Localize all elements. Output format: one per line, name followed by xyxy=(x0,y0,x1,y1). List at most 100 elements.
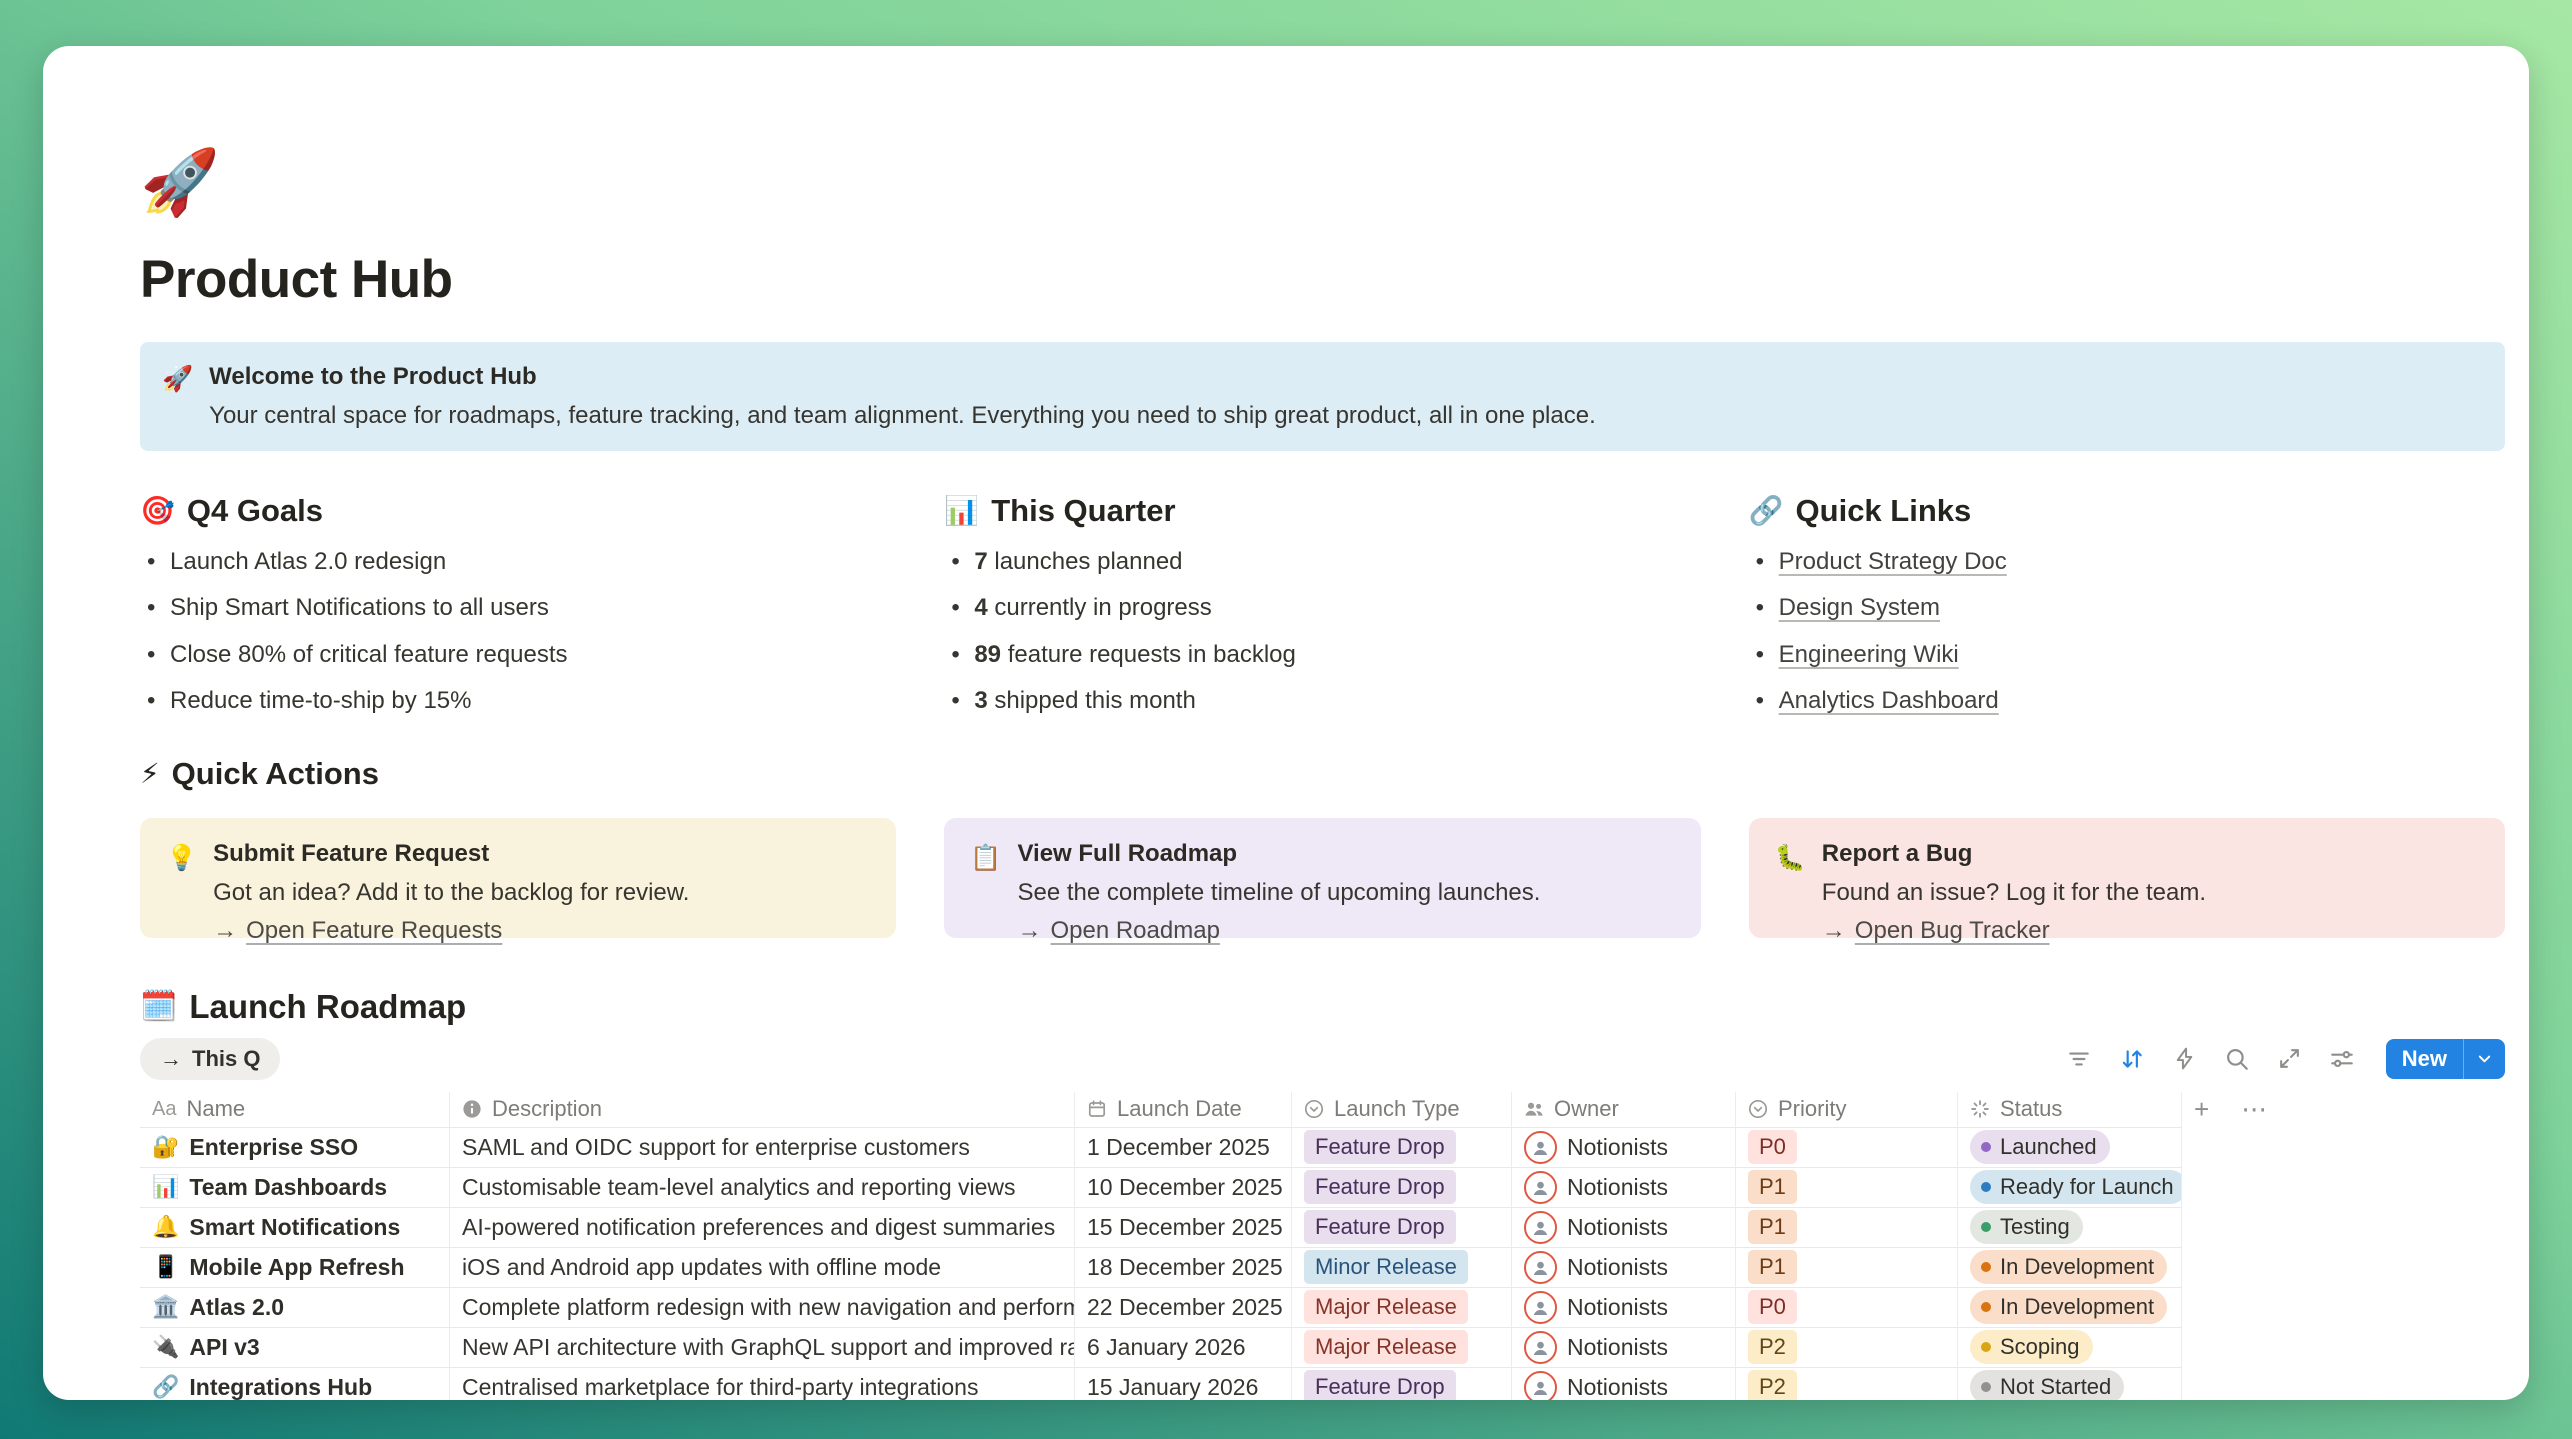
priority-badge[interactable]: P1 xyxy=(1748,1250,1797,1284)
page-emoji-icon[interactable]: 🚀 xyxy=(140,150,220,214)
row-name-cell[interactable]: 🔐Enterprise SSO xyxy=(140,1128,450,1168)
column-header-status[interactable]: Status xyxy=(1958,1092,2182,1128)
column-header-name[interactable]: Aa Name xyxy=(140,1092,450,1128)
open-feature-requests-link[interactable]: Open Feature Requests xyxy=(246,917,502,945)
row-status-cell[interactable]: Scoping xyxy=(1958,1328,2182,1368)
row-status-cell[interactable]: Not Started xyxy=(1958,1368,2182,1400)
row-launch-type-cell[interactable]: Feature Drop xyxy=(1292,1168,1512,1208)
row-title[interactable]: Team Dashboards xyxy=(189,1174,387,1201)
table-row[interactable]: 📱Mobile App RefreshiOS and Android app u… xyxy=(140,1248,2505,1288)
row-priority-cell[interactable]: P1 xyxy=(1736,1208,1958,1248)
open-roadmap-link[interactable]: Open Roadmap xyxy=(1050,917,1219,945)
row-priority-cell[interactable]: P2 xyxy=(1736,1328,1958,1368)
row-launch-type-cell[interactable]: Feature Drop xyxy=(1292,1368,1512,1400)
table-row[interactable]: 🔔Smart NotificationsAI-powered notificat… xyxy=(140,1208,2505,1248)
settings-sliders-icon[interactable] xyxy=(2329,1046,2355,1072)
row-name-cell[interactable]: 📊Team Dashboards xyxy=(140,1168,450,1208)
sort-icon[interactable] xyxy=(2119,1046,2145,1072)
row-priority-cell[interactable]: P2 xyxy=(1736,1368,1958,1400)
column-header-owner[interactable]: Owner xyxy=(1512,1092,1736,1128)
search-icon[interactable] xyxy=(2224,1046,2250,1072)
status-badge[interactable]: Scoping xyxy=(1970,1330,2093,1364)
launch-type-badge[interactable]: Major Release xyxy=(1304,1330,1468,1364)
row-description-cell[interactable]: Centralised marketplace for third-party … xyxy=(450,1368,1075,1400)
row-title[interactable]: Mobile App Refresh xyxy=(189,1254,404,1281)
row-name-cell[interactable]: 🔗Integrations Hub xyxy=(140,1368,450,1400)
row-owner-cell[interactable]: Notionists xyxy=(1512,1288,1736,1328)
row-status-cell[interactable]: Ready for Launch xyxy=(1958,1168,2182,1208)
chevron-down-icon[interactable] xyxy=(2464,1039,2505,1079)
launch-type-badge[interactable]: Feature Drop xyxy=(1304,1210,1456,1244)
row-priority-cell[interactable]: P0 xyxy=(1736,1128,1958,1168)
column-header-launch-type[interactable]: Launch Type xyxy=(1292,1092,1512,1128)
row-launch-date-cell[interactable]: 15 January 2026 xyxy=(1075,1368,1292,1400)
status-badge[interactable]: In Development xyxy=(1970,1250,2167,1284)
row-launch-date-cell[interactable]: 18 December 2025 xyxy=(1075,1248,1292,1288)
row-status-cell[interactable]: Launched xyxy=(1958,1128,2182,1168)
row-launch-date-cell[interactable]: 6 January 2026 xyxy=(1075,1328,1292,1368)
row-launch-date-cell[interactable]: 22 December 2025 xyxy=(1075,1288,1292,1328)
add-column-button[interactable]: + xyxy=(2194,1094,2209,1125)
table-options-button[interactable]: ⋯ xyxy=(2241,1094,2269,1125)
row-description-cell[interactable]: Complete platform redesign with new navi… xyxy=(450,1288,1075,1328)
status-badge[interactable]: Not Started xyxy=(1970,1370,2124,1400)
launch-type-badge[interactable]: Feature Drop xyxy=(1304,1370,1456,1400)
open-bug-tracker-link[interactable]: Open Bug Tracker xyxy=(1855,917,2050,945)
filter-icon[interactable] xyxy=(2066,1046,2092,1072)
quick-link[interactable]: Design System xyxy=(1779,594,1940,621)
table-row[interactable]: 📊Team DashboardsCustomisable team-level … xyxy=(140,1168,2505,1208)
row-priority-cell[interactable]: P0 xyxy=(1736,1288,1958,1328)
priority-badge[interactable]: P1 xyxy=(1748,1210,1797,1244)
row-title[interactable]: Smart Notifications xyxy=(189,1214,400,1241)
quick-link[interactable]: Engineering Wiki xyxy=(1779,641,1959,668)
row-title[interactable]: Atlas 2.0 xyxy=(189,1294,284,1321)
row-description-cell[interactable]: Customisable team-level analytics and re… xyxy=(450,1168,1075,1208)
row-launch-date-cell[interactable]: 10 December 2025 xyxy=(1075,1168,1292,1208)
row-owner-cell[interactable]: Notionists xyxy=(1512,1208,1736,1248)
row-launch-date-cell[interactable]: 15 December 2025 xyxy=(1075,1208,1292,1248)
row-owner-cell[interactable]: Notionists xyxy=(1512,1328,1736,1368)
table-row[interactable]: 🔐Enterprise SSOSAML and OIDC support for… xyxy=(140,1128,2505,1168)
row-name-cell[interactable]: 🏛️Atlas 2.0 xyxy=(140,1288,450,1328)
table-row[interactable]: 🔌API v3New API architecture with GraphQL… xyxy=(140,1328,2505,1368)
launch-type-badge[interactable]: Minor Release xyxy=(1304,1250,1468,1284)
row-launch-type-cell[interactable]: Minor Release xyxy=(1292,1248,1512,1288)
status-badge[interactable]: Launched xyxy=(1970,1130,2110,1164)
table-row[interactable]: 🏛️Atlas 2.0Complete platform redesign wi… xyxy=(140,1288,2505,1328)
launch-type-badge[interactable]: Major Release xyxy=(1304,1290,1468,1324)
row-status-cell[interactable]: In Development xyxy=(1958,1248,2182,1288)
row-description-cell[interactable]: AI-powered notification preferences and … xyxy=(450,1208,1075,1248)
row-name-cell[interactable]: 📱Mobile App Refresh xyxy=(140,1248,450,1288)
priority-badge[interactable]: P1 xyxy=(1748,1170,1797,1204)
new-button-label[interactable]: New xyxy=(2386,1039,2463,1079)
priority-badge[interactable]: P2 xyxy=(1748,1370,1797,1400)
status-badge[interactable]: In Development xyxy=(1970,1290,2167,1324)
row-owner-cell[interactable]: Notionists xyxy=(1512,1248,1736,1288)
new-button[interactable]: New xyxy=(2386,1039,2505,1079)
row-launch-type-cell[interactable]: Major Release xyxy=(1292,1328,1512,1368)
row-priority-cell[interactable]: P1 xyxy=(1736,1168,1958,1208)
column-header-launch-date[interactable]: Launch Date xyxy=(1075,1092,1292,1128)
row-owner-cell[interactable]: Notionists xyxy=(1512,1128,1736,1168)
table-row[interactable]: 🔗Integrations HubCentralised marketplace… xyxy=(140,1368,2505,1400)
row-status-cell[interactable]: Testing xyxy=(1958,1208,2182,1248)
row-owner-cell[interactable]: Notionists xyxy=(1512,1168,1736,1208)
row-owner-cell[interactable]: Notionists xyxy=(1512,1368,1736,1400)
priority-badge[interactable]: P2 xyxy=(1748,1330,1797,1364)
priority-badge[interactable]: P0 xyxy=(1748,1290,1797,1324)
row-name-cell[interactable]: 🔔Smart Notifications xyxy=(140,1208,450,1248)
launch-type-badge[interactable]: Feature Drop xyxy=(1304,1130,1456,1164)
column-header-description[interactable]: Description xyxy=(450,1092,1075,1128)
column-header-priority[interactable]: Priority xyxy=(1736,1092,1958,1128)
row-launch-type-cell[interactable]: Feature Drop xyxy=(1292,1128,1512,1168)
row-description-cell[interactable]: SAML and OIDC support for enterprise cus… xyxy=(450,1128,1075,1168)
quick-link[interactable]: Product Strategy Doc xyxy=(1779,548,2007,575)
view-tab-this-q[interactable]: → This Q xyxy=(140,1038,280,1080)
row-title[interactable]: Enterprise SSO xyxy=(189,1134,358,1161)
row-status-cell[interactable]: In Development xyxy=(1958,1288,2182,1328)
status-badge[interactable]: Ready for Launch xyxy=(1970,1170,2182,1204)
row-priority-cell[interactable]: P1 xyxy=(1736,1248,1958,1288)
zap-icon[interactable] xyxy=(2172,1046,2197,1071)
row-description-cell[interactable]: iOS and Android app updates with offline… xyxy=(450,1248,1075,1288)
row-title[interactable]: API v3 xyxy=(189,1334,259,1361)
